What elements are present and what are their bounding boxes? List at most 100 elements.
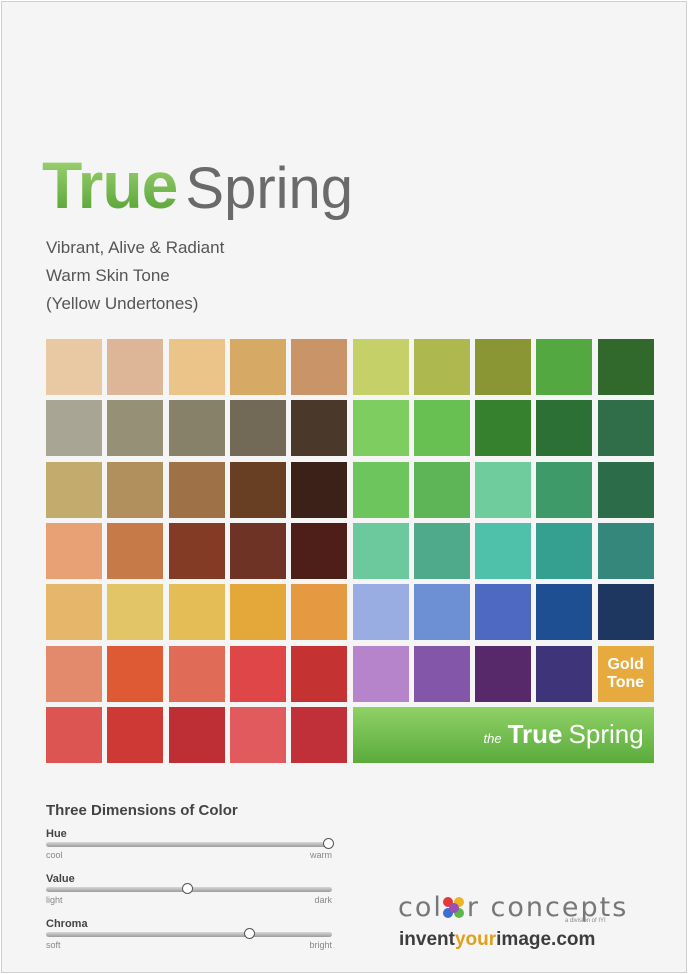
color-swatch	[475, 645, 532, 702]
color-swatch	[352, 400, 409, 457]
color-swatch	[413, 522, 470, 579]
color-swatch	[475, 400, 532, 457]
color-swatch	[229, 522, 286, 579]
gold-tone-label: Tone	[607, 673, 645, 691]
color-swatch	[413, 339, 470, 395]
color-swatch	[107, 339, 164, 395]
color-swatch	[475, 461, 532, 518]
title-spring: Spring	[185, 156, 354, 221]
color-swatch	[291, 706, 348, 763]
color-swatch	[168, 645, 225, 702]
color-swatch	[168, 584, 225, 641]
page-title: True Spring	[42, 152, 353, 218]
color-swatch	[46, 461, 102, 518]
slider-low-label: soft	[46, 940, 61, 950]
color-swatch	[352, 584, 409, 641]
gold-tone-swatch: Gold Tone	[597, 645, 654, 702]
color-swatch	[46, 645, 102, 702]
slider-thumb	[182, 883, 193, 894]
color-swatch	[46, 339, 102, 395]
color-swatch	[107, 706, 164, 763]
site-part: invent	[399, 929, 455, 950]
color-swatch	[597, 584, 654, 641]
color-swatch	[536, 339, 593, 395]
slider-low-label: light	[46, 895, 63, 905]
description-line: (Yellow Undertones)	[46, 294, 199, 313]
color-swatch	[597, 339, 654, 395]
chroma-slider: Chroma soft bright	[46, 918, 336, 958]
slider-track	[46, 932, 332, 937]
slider-high-label: dark	[314, 895, 332, 905]
color-swatch	[229, 461, 286, 518]
gold-tone-label: Gold	[607, 655, 644, 673]
description-line: Vibrant, Alive & Radiant	[46, 238, 225, 257]
color-swatch	[168, 400, 225, 457]
color-swatch	[597, 522, 654, 579]
color-swatch	[413, 645, 470, 702]
color-swatch	[413, 584, 470, 641]
color-swatch	[597, 461, 654, 518]
site-part-highlight: your	[454, 929, 497, 950]
color-dots-icon	[442, 897, 467, 919]
color-swatch	[413, 461, 470, 518]
color-swatch	[291, 584, 348, 641]
color-swatch	[352, 339, 409, 395]
color-swatch	[291, 645, 348, 702]
slider-name: Chroma	[46, 918, 88, 930]
color-swatch	[413, 400, 470, 457]
color-swatch	[352, 645, 409, 702]
color-swatch	[229, 584, 286, 641]
slider-name: Hue	[46, 828, 67, 840]
color-swatch	[46, 584, 102, 641]
slider-thumb	[244, 928, 256, 939]
color-swatch	[107, 584, 164, 641]
color-swatch	[46, 400, 102, 457]
website-url: inventyourimage.com	[399, 929, 595, 951]
banner-the: the	[483, 731, 502, 747]
color-swatch	[291, 461, 348, 518]
hue-slider: Hue cool warm	[46, 828, 336, 868]
color-swatch	[536, 584, 593, 641]
color-swatch	[229, 706, 286, 763]
color-swatch	[291, 400, 348, 457]
description-line: Warm Skin Tone	[46, 266, 170, 285]
site-part: image.com	[496, 929, 596, 950]
logo-prefix: col	[398, 892, 443, 923]
value-slider: Value light dark	[46, 873, 336, 913]
color-swatch	[597, 400, 654, 457]
slider-name: Value	[46, 873, 75, 885]
color-swatch	[475, 522, 532, 579]
slider-thumb	[323, 838, 334, 849]
color-swatch	[229, 645, 286, 702]
title-true: True	[42, 148, 178, 222]
color-swatch	[168, 522, 225, 579]
color-swatch	[536, 400, 593, 457]
slider-high-label: warm	[310, 850, 332, 860]
color-swatch	[107, 645, 164, 702]
color-swatch	[168, 461, 225, 518]
banner-spring: Spring	[568, 719, 644, 750]
color-swatch	[352, 461, 409, 518]
color-swatch	[536, 645, 593, 702]
logo-tagline: a division of IYI	[565, 918, 606, 924]
color-swatch	[475, 584, 532, 641]
slider-track	[46, 842, 332, 847]
color-swatch	[536, 522, 593, 579]
slider-low-label: cool	[46, 850, 63, 860]
slider-high-label: bright	[309, 940, 332, 950]
color-swatch	[536, 461, 593, 518]
banner-true: True	[507, 719, 563, 750]
color-swatch	[46, 706, 102, 763]
color-swatch	[229, 400, 286, 457]
color-swatch	[229, 339, 286, 395]
color-swatch	[291, 522, 348, 579]
color-swatch	[291, 339, 348, 395]
color-swatch	[475, 339, 532, 395]
color-swatch	[46, 522, 102, 579]
color-swatch	[168, 339, 225, 395]
dimensions-title: Three Dimensions of Color	[46, 802, 238, 819]
color-swatch	[107, 461, 164, 518]
color-swatch	[107, 400, 164, 457]
true-spring-banner: the True Spring	[352, 706, 654, 763]
season-description: Vibrant, Alive & Radiant Warm Skin Tone …	[46, 234, 224, 318]
